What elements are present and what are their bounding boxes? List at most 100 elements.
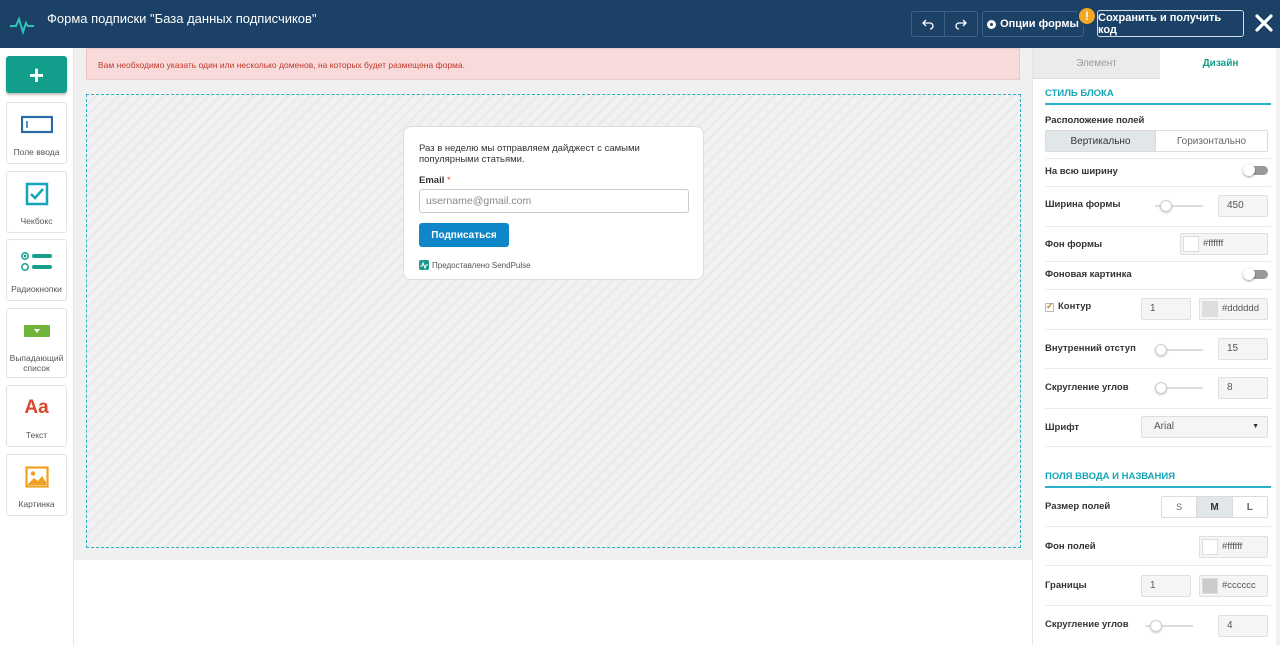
text-icon: Aa [24,397,49,418]
size-m-option[interactable]: M [1197,497,1233,517]
row-separator [1045,446,1271,447]
domain-alert: Вам необходимо указать один или нескольк… [86,48,1020,80]
add-element-button[interactable]: + [6,56,67,93]
field-bg-color-picker[interactable]: #ffffff [1199,536,1268,558]
required-mark: * [447,175,451,186]
tool-label: Выпадающий список [9,353,64,373]
padding-input[interactable]: 15 [1218,338,1268,360]
full-width-label: На всю ширину [1045,166,1118,177]
form-description: Раз в неделю мы отправляем дайджест с са… [419,143,640,165]
warning-icon[interactable]: ! [1077,6,1097,26]
padding-label: Внутренний отступ [1045,343,1136,354]
row-separator [1045,261,1271,262]
color-swatch [1202,578,1218,594]
row-separator [1045,408,1271,409]
layout-vertical-option[interactable]: Вертикально [1046,131,1157,151]
slider-handle[interactable] [1150,620,1162,632]
field-radius-input[interactable]: 4 [1218,615,1268,637]
block-style-title: СТИЛЬ БЛОКА [1045,88,1114,99]
field-size-label: Размер полей [1045,501,1111,512]
form-options-button[interactable]: Опции формы [982,11,1084,37]
sendpulse-icon [419,260,429,270]
full-width-toggle[interactable] [1243,164,1268,176]
form-bg-label: Фон формы [1045,239,1103,250]
slider-handle[interactable] [1160,200,1172,212]
tool-label: Радиокнопки [11,284,62,294]
size-s-option[interactable]: S [1162,497,1198,517]
form-bg-color-picker[interactable]: #ffffff [1180,233,1268,255]
outline-width-input[interactable]: 1 [1141,298,1191,320]
bg-image-toggle[interactable] [1243,268,1268,280]
field-radius-label: Скругление углов [1045,619,1129,630]
powered-by-link[interactable]: Предоставлено SendPulse [419,260,531,270]
row-separator [1045,329,1271,330]
corner-radius-slider[interactable] [1155,382,1203,394]
padding-slider[interactable] [1155,344,1203,356]
row-separator [1045,186,1271,187]
row-separator [1045,158,1271,159]
tool-dropdown[interactable]: Выпадающий список [6,308,67,378]
row-separator [1045,526,1271,527]
row-separator [1045,565,1271,566]
form-width-input[interactable]: 450 [1218,195,1268,217]
radio-buttons-icon [7,250,66,274]
form-width-slider[interactable] [1155,200,1203,212]
size-l-option[interactable]: L [1232,497,1267,517]
slider-handle[interactable] [1155,344,1167,356]
tool-label: Поле ввода [13,147,60,157]
save-and-get-code-button[interactable]: Сохранить и получить код [1097,10,1244,37]
color-swatch [1202,539,1218,555]
row-separator [1045,289,1271,290]
close-icon[interactable] [1253,12,1275,34]
dropdown-icon [7,319,66,343]
elements-sidebar: + Поле ввода Чекбокс Радиокнопки Выпадаю… [0,48,74,645]
corner-radius-input[interactable]: 8 [1218,377,1268,399]
border-color-picker[interactable]: #cccccc [1199,575,1268,597]
bg-image-label: Фоновая картинка [1045,269,1132,280]
layout-toggle: Вертикально Горизонтально [1045,130,1268,152]
tool-input-field[interactable]: Поле ввода [6,102,67,164]
tool-label: Чекбокс [20,216,53,226]
subscription-form-preview[interactable]: Раз в неделю мы отправляем дайджест с са… [403,126,704,280]
redo-button[interactable] [944,11,978,37]
outline-label: Контур [1058,301,1092,312]
tab-element[interactable]: Элемент [1033,48,1160,79]
undo-button[interactable] [911,11,945,37]
subscribe-button[interactable]: Подписаться [419,223,509,247]
page-title: Форма подписки "База данных подписчиков" [47,11,317,26]
layout-horizontal-option[interactable]: Горизонтально [1156,131,1267,151]
sendpulse-logo-icon [10,16,34,36]
section-divider [1045,486,1271,488]
color-swatch [1183,236,1199,252]
tool-label: Картинка [18,499,55,509]
email-input[interactable]: username@gmail.com [419,189,689,213]
row-separator [1045,368,1271,369]
input-field-icon [7,113,66,137]
corner-radius-label: Скругление углов [1045,382,1129,393]
outline-checkbox[interactable] [1045,301,1054,312]
form-options-label: Опции формы [1000,18,1079,30]
row-separator [1045,226,1271,227]
gear-icon [987,19,997,29]
tab-design[interactable]: Дизайн [1160,48,1280,79]
email-label: Email * [419,175,451,186]
panel-scrollbar[interactable] [1276,48,1280,645]
color-swatch [1202,301,1218,317]
tool-checkbox[interactable]: Чекбокс [6,171,67,233]
top-bar: Форма подписки "База данных подписчиков"… [0,0,1280,48]
design-panel: Элемент Дизайн СТИЛЬ БЛОКА Расположение … [1032,48,1280,645]
tool-label: Текст [25,430,48,440]
redo-icon [955,19,967,30]
slider-handle[interactable] [1155,382,1167,394]
outline-color-picker[interactable]: #dddddd [1199,298,1268,320]
border-width-input[interactable]: 1 [1141,575,1191,597]
field-radius-slider[interactable] [1145,620,1193,632]
row-separator [1045,605,1271,606]
tool-radio-buttons[interactable]: Радиокнопки [6,239,67,301]
tool-image[interactable]: Картинка [6,454,67,516]
section-divider [1045,103,1271,105]
font-select[interactable]: Arial ▼ [1141,416,1268,438]
field-size-toggle: S M L [1161,496,1268,518]
tool-text[interactable]: Aa Текст [6,385,67,447]
image-icon [7,465,66,489]
